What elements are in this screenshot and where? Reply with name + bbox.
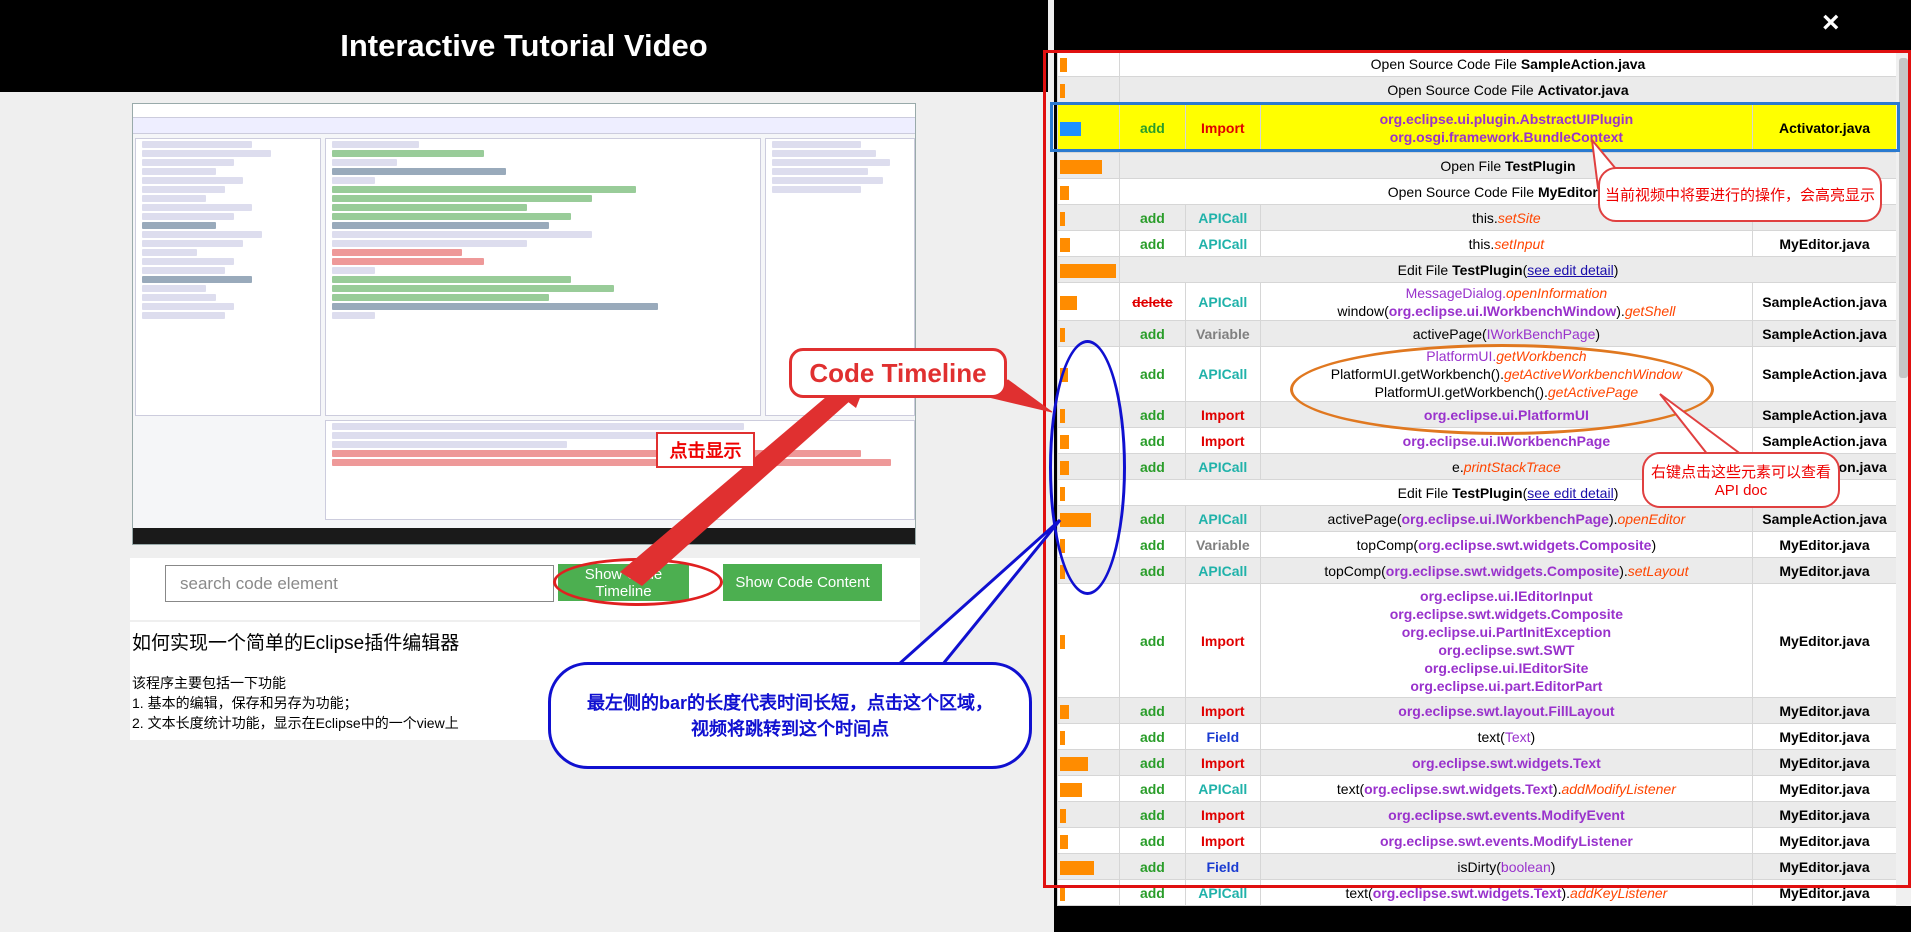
page-title: Interactive Tutorial Video — [0, 0, 1048, 92]
code-timeline-callout: Code Timeline — [789, 348, 1007, 398]
timeline-button-circle — [553, 558, 723, 606]
description-heading: 如何实现一个简单的Eclipse插件编辑器 — [132, 633, 460, 654]
click-show-callout: 点击显示 — [656, 432, 755, 468]
search-bar: Show Code Timeline Show Code Content — [130, 558, 920, 620]
search-input[interactable] — [165, 565, 554, 602]
bar-length-callout: 最左侧的bar的长度代表时间长短，点击这个区域，视频将跳转到这个时间点 — [548, 662, 1032, 769]
current-operation-highlight-box — [1050, 102, 1900, 152]
code-elements-circle — [1290, 344, 1714, 435]
video-taskbar — [133, 528, 915, 544]
close-icon[interactable]: × — [1822, 6, 1840, 40]
video-ide-toolbar — [133, 118, 915, 134]
current-operation-callout: 当前视频中将要进行的操作，会高亮显示 — [1598, 167, 1882, 222]
video-ide-menubar — [133, 104, 915, 118]
tutorial-video-player[interactable] — [132, 103, 916, 545]
bar-area-circle — [1049, 340, 1126, 595]
right-click-callout: 右键点击这些元素可以查看API doc — [1642, 452, 1840, 508]
video-code-editor — [325, 138, 761, 416]
timeline-bar[interactable] — [1060, 886, 1065, 901]
left-pane: Interactive Tutorial Video search code e… — [0, 0, 1050, 932]
video-package-explorer — [135, 138, 321, 416]
video-console-view — [325, 420, 915, 520]
show-code-content-button[interactable]: Show Code Content — [723, 564, 882, 601]
